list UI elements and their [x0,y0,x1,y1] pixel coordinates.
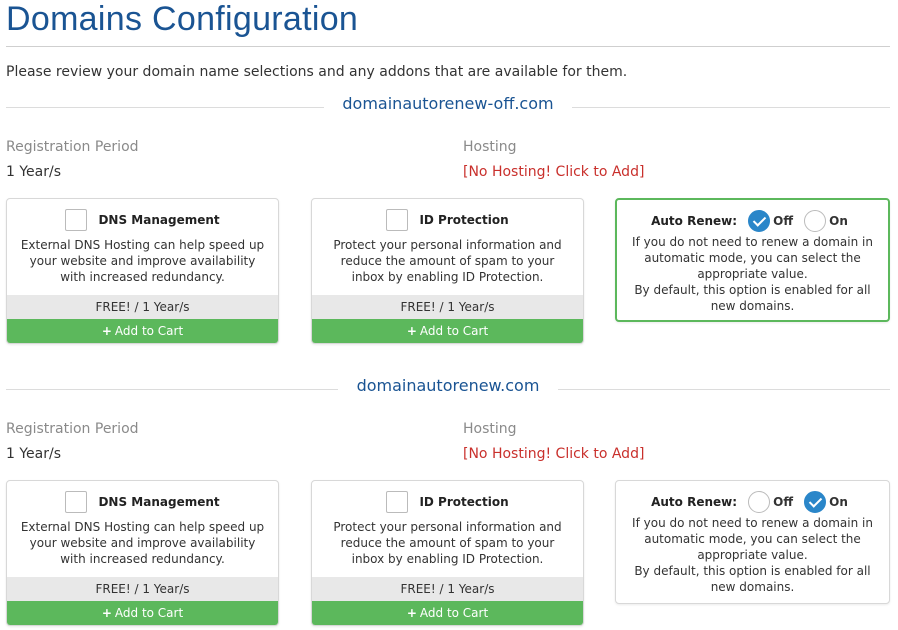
addon-header: ID Protection [312,491,583,515]
auto-renew-label: Auto Renew: [651,495,738,509]
auto-renew-label: Auto Renew: [651,214,738,228]
id-protection-checkbox[interactable] [386,491,409,513]
addon-title: DNS Management [98,213,220,227]
addon-price: FREE! / 1 Year/s [7,295,278,319]
title-divider [6,46,890,47]
plus-icon: + [406,606,417,620]
add-hosting-link[interactable]: [No Hosting! Click to Add] [463,164,644,180]
registration-period-label: Registration Period [6,139,139,155]
add-to-cart-button[interactable]: + Add to Cart [7,601,278,625]
add-hosting-link[interactable]: [No Hosting! Click to Add] [463,446,644,462]
registration-period-label: Registration Period [6,421,139,437]
addon-card-dns-management: DNS Management External DNS Hosting can … [6,198,279,344]
addon-description: External DNS Hosting can help speed up y… [20,238,265,284]
addon-header: DNS Management [7,491,278,515]
add-to-cart-label: Add to Cart [419,324,489,338]
add-to-cart-button[interactable]: + Add to Cart [312,319,583,343]
addon-card-dns-management: DNS Management External DNS Hosting can … [6,480,279,626]
addon-card-id-protection: ID Protection Protect your personal info… [311,198,584,344]
auto-renew-card: Auto Renew: Off On If you do not need to… [615,198,890,322]
off-label: Off [773,495,794,509]
addon-card-id-protection: ID Protection Protect your personal info… [311,480,584,626]
auto-renew-card: Auto Renew: Off On If you do not need to… [615,480,890,604]
id-protection-checkbox[interactable] [386,209,409,231]
registration-period-value: 1 Year/s [6,164,62,180]
registration-period-value: 1 Year/s [6,446,62,462]
auto-renew-header: Auto Renew: Off On [617,210,888,232]
addon-description: Protect your personal information and re… [333,520,562,566]
add-to-cart-label: Add to Cart [114,324,184,338]
intro-text: Please review your domain name selection… [6,64,628,80]
domain-name: domainautorenew-off.com [342,94,554,113]
addon-header: ID Protection [312,209,583,233]
addon-description: External DNS Hosting can help speed up y… [20,520,265,566]
plus-icon: + [101,606,112,620]
plus-icon: + [406,324,417,338]
add-to-cart-label: Add to Cart [114,606,184,620]
domain-section: domainautorenew-off.com Registration Per… [6,94,890,344]
domain-section: domainautorenew.com Registration Period … [6,376,890,626]
auto-renew-on-radio[interactable] [804,491,827,513]
hosting-label: Hosting [463,139,517,155]
auto-renew-description: If you do not need to renew a domain in … [632,516,873,594]
addon-description: Protect your personal information and re… [333,238,562,284]
divider [558,389,890,390]
add-to-cart-button[interactable]: + Add to Cart [7,319,278,343]
auto-renew-header: Auto Renew: Off On [616,491,889,513]
addon-price: FREE! / 1 Year/s [7,577,278,601]
add-to-cart-button[interactable]: + Add to Cart [312,601,583,625]
domain-name: domainautorenew.com [356,376,540,395]
add-to-cart-label: Add to Cart [419,606,489,620]
auto-renew-off-radio[interactable] [748,210,771,232]
plus-icon: + [101,324,112,338]
auto-renew-off-radio[interactable] [748,491,771,513]
addon-title: ID Protection [419,213,509,227]
divider [572,107,890,108]
on-label: On [829,495,848,509]
page-title: Domains Configuration [6,0,359,38]
domain-header: domainautorenew.com [6,376,890,404]
dns-management-checkbox[interactable] [65,209,88,231]
auto-renew-description: If you do not need to renew a domain in … [632,235,873,313]
addon-title: DNS Management [98,495,220,509]
on-label: On [829,214,848,228]
dns-management-checkbox[interactable] [65,491,88,513]
off-label: Off [773,214,794,228]
auto-renew-on-radio[interactable] [804,210,827,232]
addon-price: FREE! / 1 Year/s [312,577,583,601]
addon-price: FREE! / 1 Year/s [312,295,583,319]
domain-header: domainautorenew-off.com [6,94,890,122]
hosting-label: Hosting [463,421,517,437]
addon-header: DNS Management [7,209,278,233]
addon-title: ID Protection [419,495,509,509]
